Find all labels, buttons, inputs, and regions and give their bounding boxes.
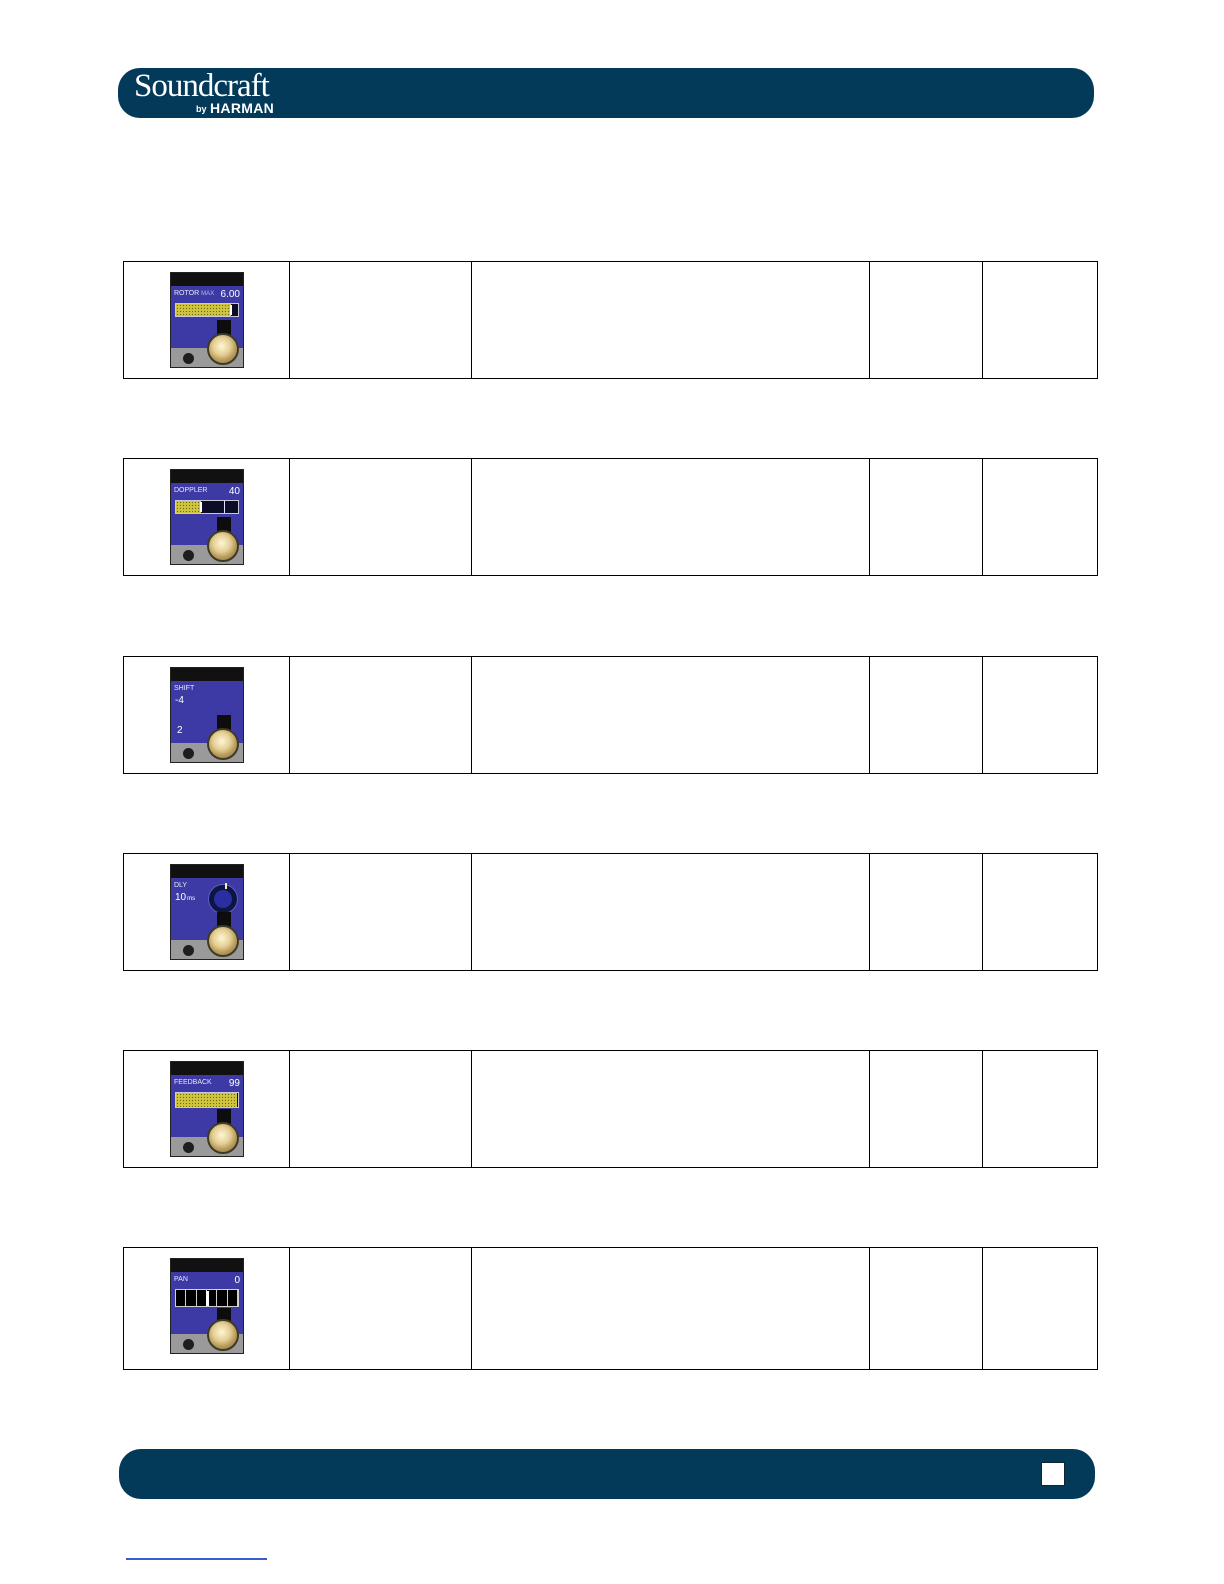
widget-label: FEEDBACK: [174, 1079, 212, 1086]
pan-position-marker: [206, 1291, 209, 1306]
led-indicator: [183, 550, 194, 561]
rotary-knob[interactable]: [207, 728, 239, 760]
widget-top-strip: [171, 865, 243, 878]
table-cell: [290, 854, 472, 970]
table-cell: [870, 1248, 983, 1369]
led-indicator: [183, 353, 194, 364]
level-bar[interactable]: [175, 303, 239, 317]
table-cell: [870, 1051, 983, 1167]
led-indicator: [183, 748, 194, 759]
widget-cell: FEEDBACK 99: [124, 1051, 290, 1167]
widget-unit: ms: [187, 896, 196, 902]
delay-ring: [209, 885, 237, 913]
brand-name: Soundcraft: [134, 68, 270, 104]
parameter-table-delay: DLY 10ms: [123, 853, 1098, 971]
pan-segment: [228, 1290, 238, 1306]
pan-widget[interactable]: PAN 0: [170, 1258, 244, 1354]
widget-label: DLY: [174, 882, 188, 889]
widget-cell: SHIFT -4 2: [124, 657, 290, 773]
table-cell: [472, 459, 870, 575]
led-indicator: [183, 1339, 194, 1350]
widget-label: ROTOR MAX: [174, 290, 215, 297]
table-cell: [870, 854, 983, 970]
led-indicator: [183, 1142, 194, 1153]
footer-bar: [119, 1449, 1095, 1499]
parameter-table-pan: PAN 0: [123, 1247, 1098, 1370]
level-bar[interactable]: [175, 1092, 239, 1108]
pan-segment: [176, 1290, 187, 1306]
widget-value: 6.00: [220, 289, 240, 300]
widget-label: SHIFT: [174, 685, 195, 692]
rotary-knob[interactable]: [207, 925, 239, 957]
widget-value: 99: [228, 1078, 240, 1089]
level-bar[interactable]: [175, 500, 239, 514]
widget-top-strip: [171, 273, 243, 286]
widget-value: 0: [234, 1275, 240, 1286]
footer-link-underline[interactable]: [126, 1558, 267, 1560]
widget-value: 10ms: [175, 892, 196, 903]
rotary-knob[interactable]: [207, 333, 239, 365]
table-cell: [870, 459, 983, 575]
widget-label: PAN: [174, 1276, 188, 1283]
widget-cell: ROTOR MAX 6.00: [124, 262, 290, 378]
table-cell: [472, 262, 870, 378]
table-cell: [290, 262, 472, 378]
level-marker: [229, 305, 232, 315]
parameter-table-rotor: ROTOR MAX 6.00: [123, 261, 1098, 379]
table-cell: [870, 262, 983, 378]
shift-widget[interactable]: SHIFT -4 2: [170, 667, 244, 763]
header-bar: Soundcraft by HARMAN: [118, 68, 1094, 118]
table-cell: [472, 1248, 870, 1369]
widget-top-strip: [171, 470, 243, 483]
page-number-box: [1041, 1462, 1065, 1486]
level-bar-fill: [176, 501, 201, 513]
widget-top-strip: [171, 1259, 243, 1272]
table-cell: [290, 1248, 472, 1369]
table-cell: [290, 459, 472, 575]
level-marker: [199, 502, 202, 512]
level-bar-fill: [176, 1093, 238, 1107]
table-cell: [472, 1051, 870, 1167]
widget-top-strip: [171, 1062, 243, 1075]
rotor-widget[interactable]: ROTOR MAX 6.00: [170, 272, 244, 368]
widget-value-secondary: 2: [177, 725, 183, 736]
pan-segment: [186, 1290, 197, 1306]
level-bar-fill: [176, 304, 231, 316]
feedback-widget[interactable]: FEEDBACK 99: [170, 1061, 244, 1157]
widget-cell: DOPPLER 40: [124, 459, 290, 575]
brand-by: by: [196, 104, 207, 114]
doppler-widget[interactable]: DOPPLER 40: [170, 469, 244, 565]
table-cell: [472, 854, 870, 970]
rotary-knob[interactable]: [207, 530, 239, 562]
table-cell: [290, 657, 472, 773]
parameter-table-doppler: DOPPLER 40: [123, 458, 1098, 576]
widget-cell: DLY 10ms: [124, 854, 290, 970]
widget-value: -4: [175, 695, 184, 706]
brand-logo: Soundcraft by HARMAN: [134, 68, 294, 118]
parameter-table-feedback: FEEDBACK 99: [123, 1050, 1098, 1168]
table-cell: [472, 657, 870, 773]
rotary-knob[interactable]: [207, 1122, 239, 1154]
table-cell: [290, 1051, 472, 1167]
rotary-knob[interactable]: [207, 1319, 239, 1351]
led-indicator: [183, 945, 194, 956]
parameter-table-shift: SHIFT -4 2: [123, 656, 1098, 774]
reference-tick: [224, 501, 225, 513]
widget-cell: PAN 0: [124, 1248, 290, 1369]
brand-sub: HARMAN: [210, 100, 275, 116]
widget-label: DOPPLER: [174, 487, 208, 494]
pan-segment: [217, 1290, 228, 1306]
delay-widget[interactable]: DLY 10ms: [170, 864, 244, 960]
widget-sublabel: MAX: [201, 291, 215, 297]
widget-value: 40: [228, 486, 240, 497]
table-cell: [870, 657, 983, 773]
ring-marker: [225, 883, 227, 889]
widget-top-strip: [171, 668, 243, 681]
pan-bar[interactable]: [175, 1289, 239, 1307]
